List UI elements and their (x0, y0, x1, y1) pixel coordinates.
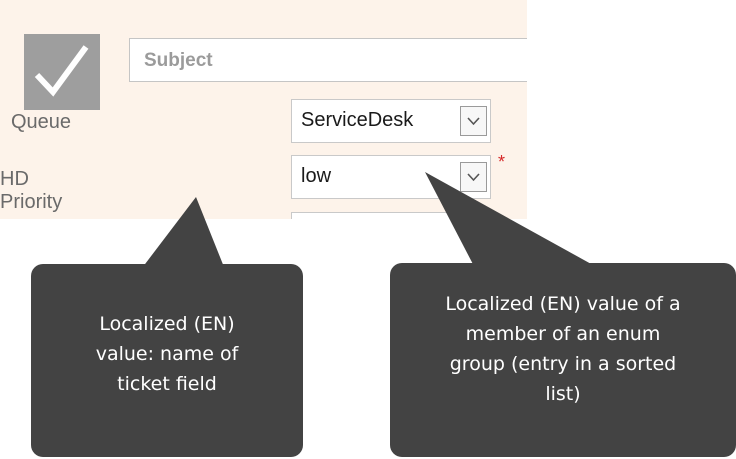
right-callout-text: Localized (EN) value of a member of an e… (445, 293, 681, 405)
left-callout-pointer (139, 197, 226, 272)
left-callout-text: Localized (EN) value: name of ticket fie… (95, 313, 239, 395)
right-callout-pointer (425, 172, 602, 270)
